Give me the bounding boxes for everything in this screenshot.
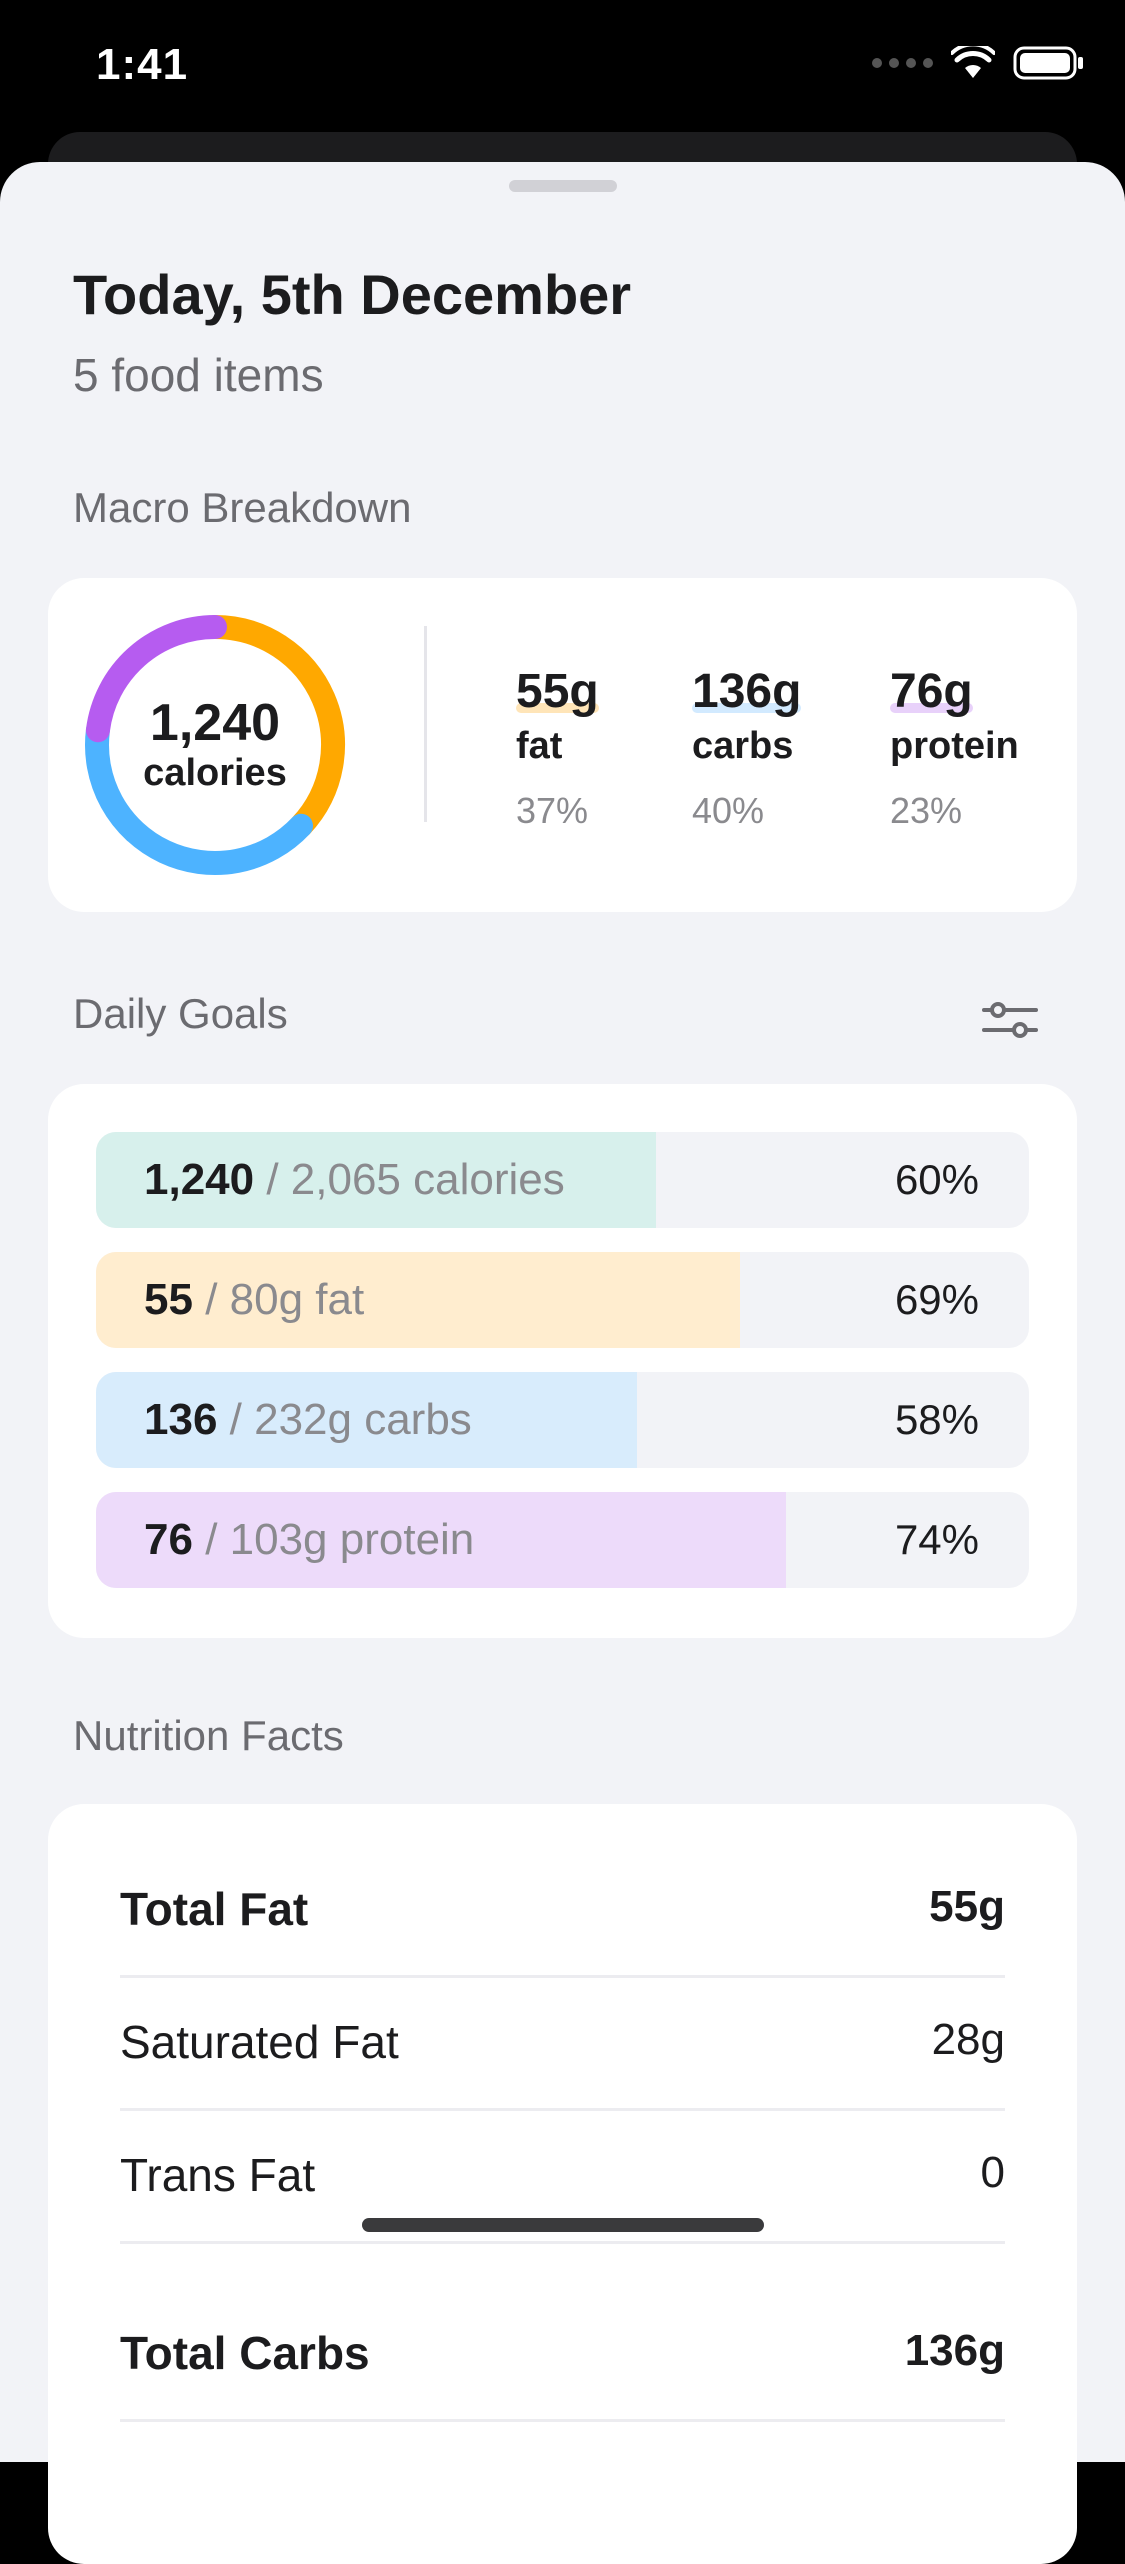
goal-current: 55 — [144, 1275, 193, 1324]
status-icons — [872, 46, 1085, 80]
nutrition-facts-title: Nutrition Facts — [73, 1712, 344, 1759]
sliders-icon[interactable] — [980, 1000, 1040, 1040]
nutrition-label: Trans Fat — [120, 2149, 316, 2201]
nutrition-value: 0 — [980, 2148, 1005, 2197]
goal-row-protein[interactable]: 76 / 103g protein 74% — [96, 1492, 1029, 1588]
goal-current: 1,240 — [144, 1155, 255, 1204]
sheet-grabber[interactable] — [509, 180, 617, 192]
battery-icon — [1013, 46, 1083, 80]
macro-fat: 55g fat 37% — [516, 664, 599, 832]
macro-carbs-percent: 40% — [692, 790, 765, 831]
goal-row-fat[interactable]: 55 / 80g fat 69% — [96, 1252, 1029, 1348]
goal-target: / 103g protein — [205, 1515, 475, 1564]
donut-label: 1,240 calories — [82, 612, 348, 878]
macro-breakdown-card: 1,240 calories 55g fat 37% 136g carbs 40… — [48, 578, 1077, 912]
goal-text: 55 / 80g fat — [144, 1252, 364, 1348]
divider — [424, 626, 427, 822]
status-bar: 1:41 — [0, 0, 1125, 135]
total-calories-value: 1,240 — [149, 693, 281, 752]
macro-carbs: 136g carbs 40% — [692, 664, 802, 832]
nutrition-row-total-carbs: Total Carbs 136g — [120, 2286, 1005, 2422]
goal-text: 1,240 / 2,065 calories — [144, 1132, 565, 1228]
nutrition-label: Total Carbs — [120, 2327, 370, 2379]
nutrition-value: 136g — [904, 2326, 1005, 2375]
goal-current: 136 — [144, 1395, 218, 1444]
goal-percent: 60% — [894, 1156, 979, 1203]
nutrition-label: Total Fat — [120, 1883, 309, 1935]
nutrition-row-total-fat: Total Fat 55g — [120, 1842, 1005, 1978]
nutrition-row-saturated-fat: Saturated Fat 28g — [120, 1975, 1005, 2111]
goal-row-carbs[interactable]: 136 / 232g carbs 58% — [96, 1372, 1029, 1468]
goal-text: 136 / 232g carbs — [144, 1372, 472, 1468]
nutrition-value: 55g — [929, 1882, 1005, 1931]
macro-fat-percent: 37% — [516, 790, 589, 831]
home-indicator[interactable] — [362, 2218, 764, 2232]
goal-text: 76 / 103g protein — [144, 1492, 474, 1588]
daily-goals-title: Daily Goals — [73, 990, 288, 1037]
goal-target: / 80g fat — [205, 1275, 365, 1324]
wifi-icon — [951, 46, 995, 78]
goal-row-calories[interactable]: 1,240 / 2,065 calories 60% — [96, 1132, 1029, 1228]
goal-percent: 58% — [894, 1396, 979, 1443]
page-subtitle: 5 food items — [73, 349, 324, 401]
goal-target: / 2,065 calories — [266, 1155, 565, 1204]
macro-protein: 76g protein 23% — [890, 664, 1019, 832]
goal-target: / 232g carbs — [229, 1395, 472, 1444]
page-title: Today, 5th December — [73, 263, 632, 326]
nutrition-value: 28g — [931, 2015, 1005, 2064]
macro-protein-amount: 76g — [890, 665, 973, 718]
daily-goals-card: 1,240 / 2,065 calories 60% 55 / 80g fat … — [48, 1084, 1077, 1638]
goal-current: 76 — [144, 1515, 193, 1564]
bottom-sheet[interactable]: Today, 5th December 5 food items Macro B… — [0, 162, 1125, 2564]
macro-fat-amount: 55g — [516, 665, 599, 718]
cellular-signal-icon — [872, 58, 933, 68]
macro-carbs-amount: 136g — [692, 665, 802, 718]
macro-carbs-name: carbs — [692, 725, 794, 767]
total-calories-unit: calories — [143, 752, 287, 795]
macro-breakdown-title: Macro Breakdown — [73, 484, 412, 531]
macro-protein-percent: 23% — [890, 790, 963, 831]
nutrition-label: Saturated Fat — [120, 2016, 399, 2068]
goal-percent: 69% — [894, 1276, 979, 1323]
macro-protein-name: protein — [890, 725, 1019, 767]
nutrition-facts-card: Total Fat 55g Saturated Fat 28g Trans Fa… — [48, 1804, 1077, 2564]
goal-percent: 74% — [894, 1516, 979, 1563]
status-time: 1:41 — [96, 40, 189, 89]
macro-fat-name: fat — [516, 725, 563, 767]
